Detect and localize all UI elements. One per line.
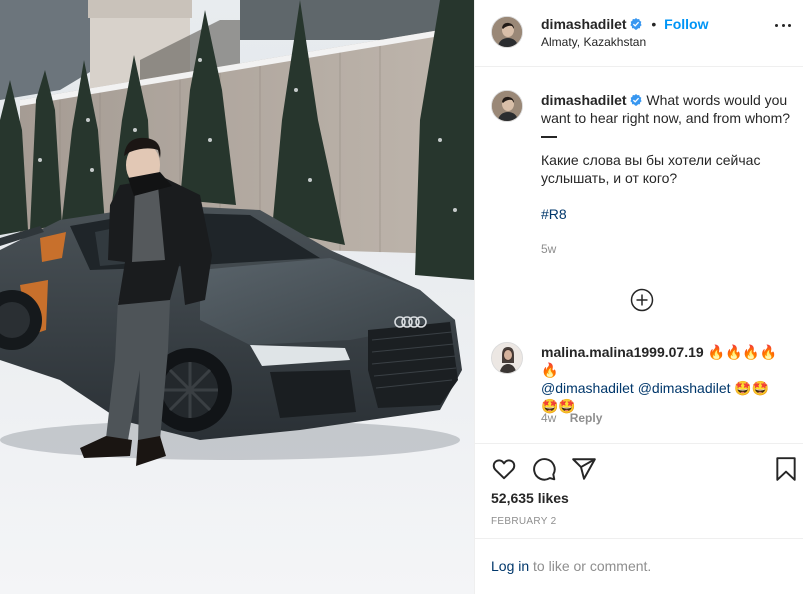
plus-circle-icon[interactable] bbox=[630, 288, 654, 312]
profile-photo bbox=[492, 91, 522, 121]
post-date[interactable]: FEBRUARY 2 bbox=[491, 516, 556, 527]
paper-plane-icon[interactable] bbox=[571, 456, 597, 482]
header-user-row: dimashadilet • Follow bbox=[541, 16, 709, 32]
post-image-car-scene bbox=[0, 0, 474, 594]
like-count[interactable]: 52,635 likes bbox=[491, 490, 569, 506]
comment-mention-2[interactable]: @dimashadilet bbox=[638, 380, 731, 396]
more-options-icon[interactable] bbox=[775, 18, 791, 32]
login-prompt: Log in to like or comment. bbox=[491, 558, 651, 574]
comment-emoji-star-eyes-1: 🤩🤩 bbox=[734, 380, 770, 396]
header-username[interactable]: dimashadilet bbox=[541, 16, 627, 32]
caption-text-ru: Какие слова вы бы хотели сейчас услышать… bbox=[541, 152, 761, 186]
reply-button[interactable]: Reply bbox=[570, 411, 603, 425]
login-prompt-text: to like or comment. bbox=[529, 558, 652, 574]
bookmark-icon[interactable] bbox=[773, 456, 799, 482]
caption: dimashadilet What words would you want t… bbox=[541, 91, 791, 258]
verified-badge-icon bbox=[630, 18, 643, 30]
comments-divider bbox=[475, 443, 803, 444]
commenter-avatar[interactable] bbox=[491, 342, 523, 374]
comment-meta: 4w Reply bbox=[541, 411, 602, 425]
profile-photo bbox=[492, 17, 522, 47]
header-avatar[interactable] bbox=[491, 16, 523, 48]
header-dot-separator: • bbox=[651, 16, 657, 32]
comment-icon[interactable] bbox=[531, 456, 557, 482]
follow-button[interactable]: Follow bbox=[664, 16, 708, 32]
caption-dash-divider bbox=[541, 136, 557, 138]
hashtag-link[interactable]: #R8 bbox=[541, 206, 567, 222]
header-divider bbox=[475, 66, 803, 67]
footer-divider bbox=[475, 538, 803, 539]
caption-timestamp[interactable]: 5w bbox=[541, 242, 556, 256]
commenter-photo bbox=[492, 343, 522, 373]
comment-mention-1[interactable]: @dimashadilet bbox=[541, 380, 634, 396]
commenter-username[interactable]: malina.malina1999.07.19 bbox=[541, 344, 704, 360]
location-link[interactable]: Almaty, Kazakhstan bbox=[541, 35, 646, 49]
comment: malina.malina1999.07.19 🔥🔥🔥🔥🔥 @dimashadi… bbox=[541, 343, 791, 415]
action-bar bbox=[491, 456, 801, 482]
heart-icon[interactable] bbox=[491, 456, 517, 482]
post-details-panel: dimashadilet • Follow Almaty, Kazakhstan… bbox=[474, 0, 803, 594]
login-link[interactable]: Log in bbox=[491, 558, 529, 574]
comment-timestamp[interactable]: 4w bbox=[541, 411, 556, 425]
post-photo[interactable] bbox=[0, 0, 474, 594]
caption-username[interactable]: dimashadilet bbox=[541, 92, 627, 108]
caption-avatar[interactable] bbox=[491, 90, 523, 122]
verified-badge-icon bbox=[630, 94, 643, 106]
